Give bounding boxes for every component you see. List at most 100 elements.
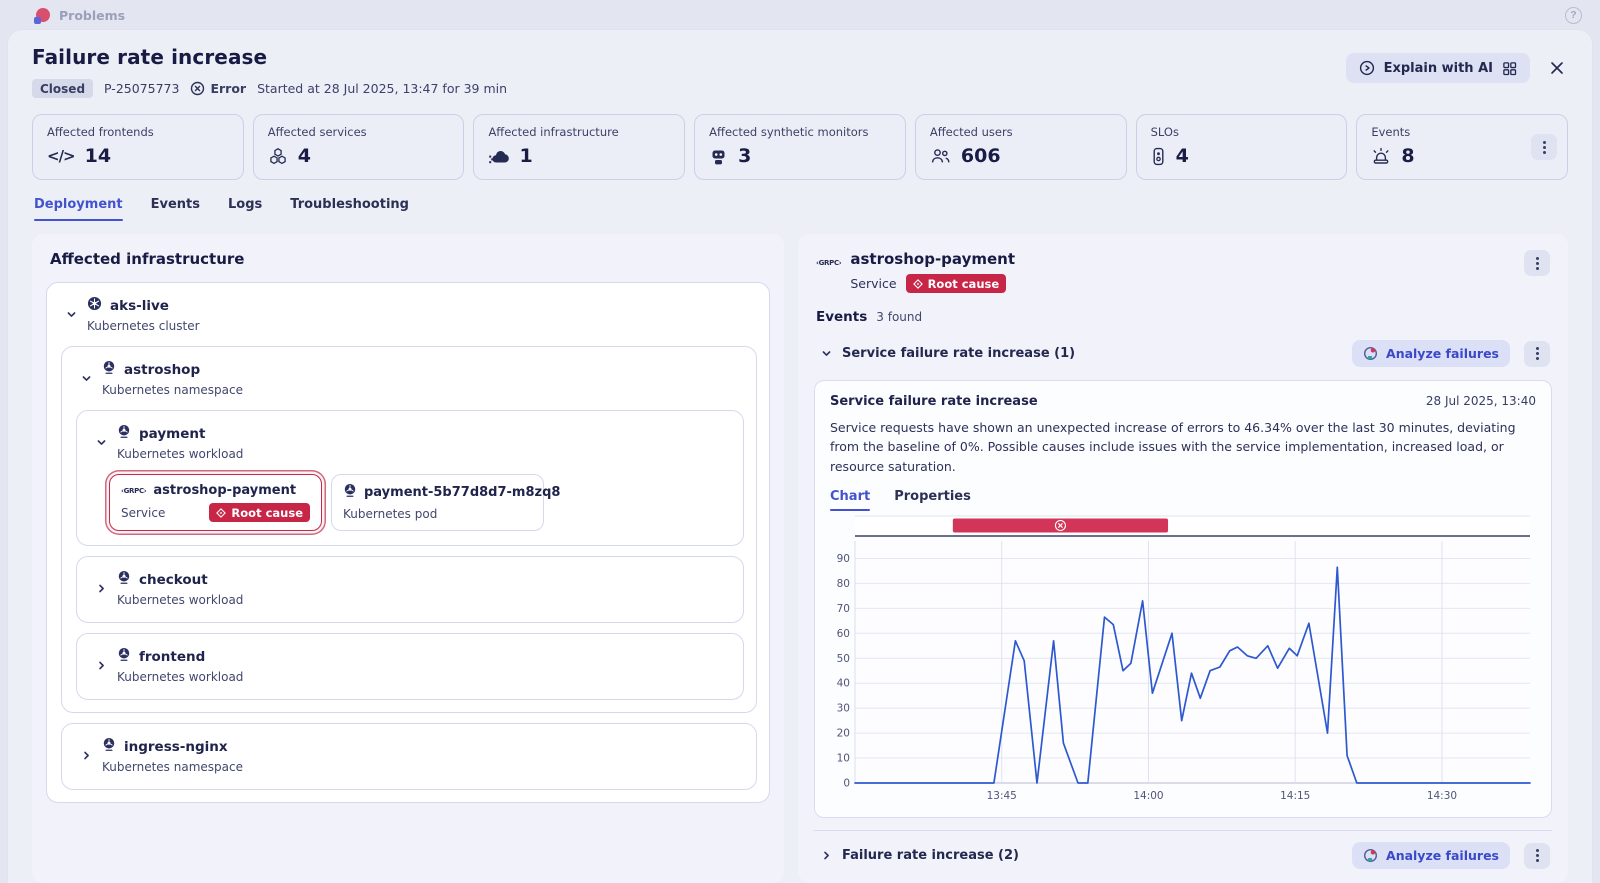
- tree-node-type: Kubernetes namespace: [102, 383, 243, 397]
- chevron-right-icon[interactable]: [91, 660, 111, 671]
- service-type: Service: [121, 506, 165, 520]
- tree-node-frontend[interactable]: frontend Kubernetes workload: [76, 633, 744, 700]
- failure-rate-chart[interactable]: 010203040506070809013:4514:0014:1514:30: [830, 515, 1538, 807]
- tab-properties[interactable]: Properties: [894, 489, 971, 511]
- svg-text:14:30: 14:30: [1427, 790, 1457, 802]
- stat-card-events[interactable]: Events 8: [1356, 114, 1568, 180]
- event-group-failure-rate-increase[interactable]: Failure rate increase (2) Analyze failur…: [814, 835, 1552, 876]
- svg-text:14:15: 14:15: [1280, 790, 1310, 802]
- events-card-menu-button[interactable]: [1531, 134, 1557, 160]
- chevron-right-icon[interactable]: [76, 750, 96, 761]
- root-cause-diamond-icon: [913, 279, 923, 289]
- svg-text:80: 80: [837, 578, 850, 590]
- entity-type: Service: [850, 276, 896, 291]
- page-title: Failure rate increase: [32, 45, 507, 69]
- explain-with-ai-button[interactable]: Explain with AI: [1346, 53, 1530, 83]
- event-title: Service failure rate increase: [830, 394, 1038, 409]
- pod-card-payment[interactable]: payment-5b77d8d7-m8zq8 Kubernetes pod: [331, 474, 544, 531]
- severity-label: Error: [210, 81, 246, 96]
- kubernetes-workload-icon: [117, 424, 131, 443]
- tab-logs[interactable]: Logs: [228, 197, 262, 221]
- events-section-label: Events: [816, 309, 867, 325]
- status-badge: Closed: [32, 79, 93, 98]
- kubernetes-workload-icon: [117, 647, 131, 666]
- tree-node-aks-live[interactable]: aks-live Kubernetes cluster astroshop: [46, 282, 770, 803]
- app-grid-icon: [1502, 61, 1517, 76]
- chevron-down-icon[interactable]: [91, 437, 111, 448]
- explain-with-ai-label: Explain with AI: [1384, 61, 1493, 76]
- svg-text:0: 0: [843, 778, 850, 790]
- tree-node-type: Kubernetes workload: [117, 447, 243, 461]
- event-group-label: Service failure rate increase (1): [842, 346, 1346, 361]
- svg-text:14:00: 14:00: [1133, 790, 1163, 802]
- stat-card-affected-frontends[interactable]: Affected frontends </>14: [32, 114, 244, 180]
- tree-node-astroshop[interactable]: astroshop Kubernetes namespace payment: [61, 346, 757, 713]
- stat-label: Events: [1371, 125, 1553, 139]
- event-group-menu-button[interactable]: [1524, 843, 1550, 869]
- started-text: Started at 28 Jul 2025, 13:47 for 39 min: [257, 81, 507, 96]
- service-name: astroshop-payment: [153, 483, 296, 498]
- tree-node-name: astroshop: [124, 362, 200, 378]
- event-group-service-failure-rate[interactable]: Service failure rate increase (1) Analyz…: [814, 333, 1552, 374]
- event-group-menu-button[interactable]: [1524, 341, 1550, 367]
- stat-value: 1: [519, 145, 532, 167]
- pod-type: Kubernetes pod: [343, 507, 437, 521]
- chevron-down-icon[interactable]: [61, 309, 81, 320]
- tree-node-ingress-nginx[interactable]: ingress-nginx Kubernetes namespace: [61, 723, 757, 790]
- stat-card-affected-synthetic-monitors[interactable]: Affected synthetic monitors 3: [694, 114, 906, 180]
- stat-cards-row: Affected frontends </>14 Affected servic…: [8, 104, 1592, 180]
- service-card-astroshop-payment[interactable]: ‹GRPC› astroshop-payment Service Root ca…: [109, 474, 322, 531]
- stat-card-affected-infrastructure[interactable]: Affected infrastructure 1: [473, 114, 685, 180]
- tab-troubleshooting[interactable]: Troubleshooting: [290, 197, 409, 221]
- code-icon: </>: [47, 147, 75, 165]
- stat-value: 4: [298, 145, 311, 167]
- severity: Error: [190, 81, 246, 96]
- slo-icon: [1151, 147, 1166, 166]
- grpc-icon: ‹GRPC›: [121, 487, 146, 495]
- pod-name: payment-5b77d8d7-m8zq8: [364, 485, 560, 500]
- stat-label: Affected services: [268, 125, 450, 139]
- tab-events[interactable]: Events: [151, 197, 200, 221]
- event-group-label: Failure rate increase (2): [842, 848, 1346, 863]
- tree-node-payment[interactable]: payment Kubernetes workload ‹GRPC› astro…: [76, 410, 744, 546]
- tree-node-type: Kubernetes namespace: [102, 760, 243, 774]
- app-tab-label[interactable]: Problems: [59, 8, 125, 23]
- help-icon[interactable]: ?: [1565, 7, 1582, 24]
- chevron-down-icon[interactable]: [76, 373, 96, 384]
- stat-card-affected-users[interactable]: Affected users 606: [915, 114, 1127, 180]
- davis-ai-icon: [1363, 848, 1378, 863]
- ai-play-icon: [1359, 60, 1375, 76]
- root-cause-badge: Root cause: [906, 274, 1007, 293]
- stat-label: Affected frontends: [47, 125, 229, 139]
- tree-node-name: payment: [139, 426, 205, 442]
- tree-node-type: Kubernetes cluster: [87, 319, 200, 333]
- kubernetes-namespace-icon: [102, 737, 116, 756]
- event-timestamp: 28 Jul 2025, 13:40: [1426, 394, 1536, 408]
- tree-node-name: checkout: [139, 572, 208, 588]
- davis-ai-icon: [1363, 346, 1378, 361]
- problems-app-icon: [36, 8, 50, 22]
- chevron-right-icon[interactable]: [91, 583, 111, 594]
- events-count: 3 found: [876, 310, 922, 324]
- svg-text:20: 20: [837, 728, 850, 740]
- svg-text:70: 70: [837, 603, 850, 615]
- svg-text:13:45: 13:45: [987, 790, 1017, 802]
- tab-deployment[interactable]: Deployment: [34, 197, 123, 221]
- stat-value: 606: [961, 145, 1001, 167]
- entity-detail-panel: ‹GRPC› astroshop-payment Service Root ca…: [798, 234, 1568, 883]
- tab-chart[interactable]: Chart: [830, 489, 870, 511]
- analyze-failures-button[interactable]: Analyze failures: [1352, 340, 1510, 367]
- stat-card-affected-services[interactable]: Affected services 4: [253, 114, 465, 180]
- grpc-icon: ‹GRPC›: [816, 259, 841, 293]
- chevron-right-icon[interactable]: [816, 850, 836, 861]
- chevron-down-icon[interactable]: [816, 348, 836, 359]
- services-icon: [268, 147, 288, 166]
- error-circle-icon: [190, 81, 205, 96]
- tree-node-checkout[interactable]: checkout Kubernetes workload: [76, 556, 744, 623]
- stat-card-slos[interactable]: SLOs 4: [1136, 114, 1348, 180]
- analyze-failures-button[interactable]: Analyze failures: [1352, 842, 1510, 869]
- tree-node-name: aks-live: [110, 298, 169, 314]
- close-icon[interactable]: [1546, 57, 1568, 79]
- stat-label: Affected synthetic monitors: [709, 125, 891, 139]
- entity-menu-button[interactable]: [1524, 250, 1550, 276]
